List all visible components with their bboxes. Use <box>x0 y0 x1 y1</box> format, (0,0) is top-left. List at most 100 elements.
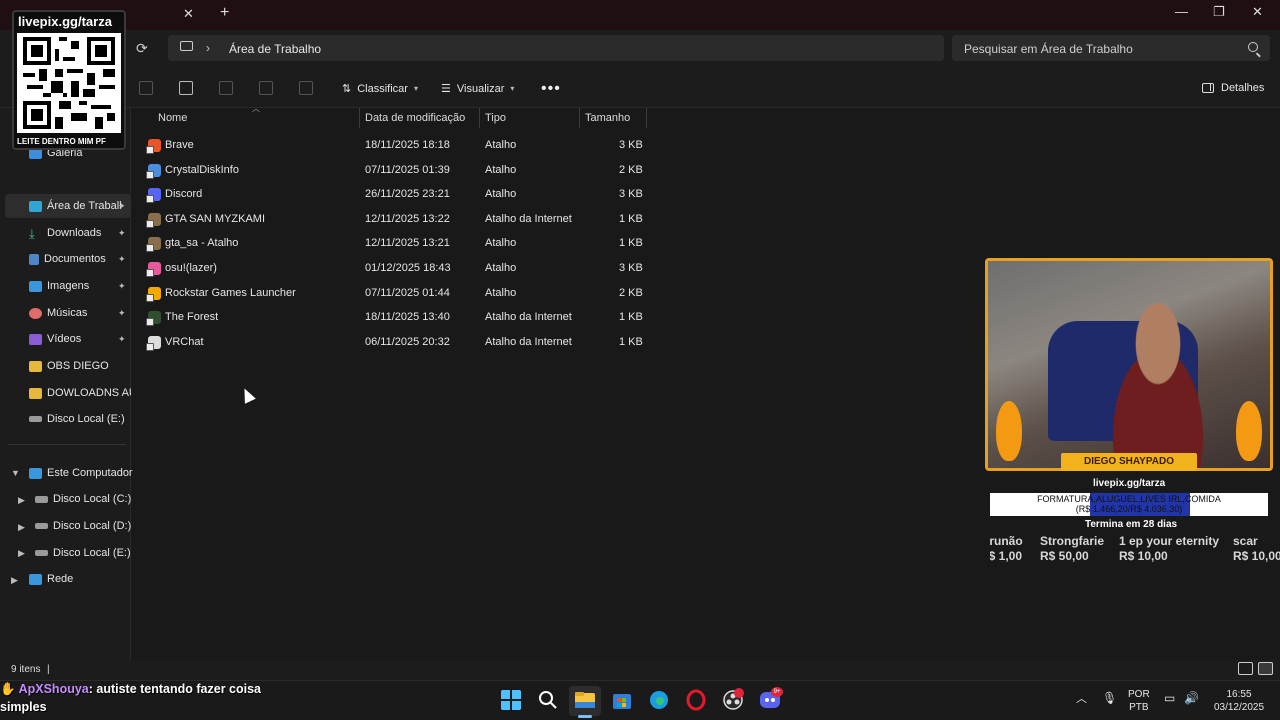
share-icon[interactable] <box>259 81 273 95</box>
pin-icon[interactable]: ✦ <box>118 254 126 265</box>
sidebar-item-label: DOWLOADNS AUT <box>47 387 131 399</box>
drive-icon <box>35 495 48 503</box>
sidebar-item-music[interactable]: Músicas <box>29 302 87 324</box>
network-icon[interactable]: ▭ <box>1164 692 1175 705</box>
close-tab-button[interactable]: ✕ <box>183 6 194 22</box>
file-row[interactable]: Rockstar Games Launcher 07/11/2025 01:44 A… <box>140 282 650 304</box>
mouse-cursor <box>239 385 256 404</box>
chevron-up-icon[interactable]: ︿ <box>1076 693 1087 706</box>
chevron-down-icon[interactable]: ▼ <box>11 468 20 478</box>
pin-icon[interactable]: ✦ <box>118 281 126 292</box>
file-row[interactable]: osu!(lazer) 01/12/2025 18:43 Atalho 3 KB <box>140 257 650 279</box>
tree-item-disk-d[interactable]: Disco Local (D:) <box>35 515 131 537</box>
chevron-right-icon[interactable]: ▶ <box>18 495 25 506</box>
close-window-button[interactable]: ✕ <box>1252 4 1263 20</box>
new-tab-button[interactable]: + <box>220 4 229 22</box>
donor-ticker: GrunãoR$ 1,00 StrongfarieR$ 50,00 1 ep y… <box>990 530 1280 566</box>
details-view-button[interactable] <box>1238 662 1253 675</box>
microphone-icon[interactable]: 🎙 <box>1102 692 1117 705</box>
details-button[interactable]: Detalhes <box>1202 82 1264 94</box>
sidebar-item-downloads[interactable]: ⤓ Downloads <box>29 222 101 244</box>
file-date: 18/11/2025 13:40 <box>365 311 450 324</box>
file-size: 2 KB <box>619 163 643 176</box>
column-header-name[interactable]: Nome <box>158 112 187 134</box>
maximize-button[interactable]: ❐ <box>1213 4 1225 20</box>
file-size: 3 KB <box>619 139 643 151</box>
sidebar-item-obs-diego[interactable]: OBS DIEGO <box>29 355 109 377</box>
column-header-size[interactable]: Tamanho <box>585 112 630 134</box>
tiles-view-button[interactable] <box>1258 662 1273 675</box>
volume-icon[interactable]: 🔊 <box>1184 692 1199 705</box>
notification-dot <box>734 688 744 698</box>
donation-goal-title: FORMATURA,ALUGUEL,LIVES IRL,COMIDA <box>1037 494 1221 504</box>
start-icon[interactable] <box>500 689 522 711</box>
tree-item-disk-e[interactable]: Disco Local (E:) <box>35 542 131 564</box>
webcam-overlay <box>985 258 1273 471</box>
sidebar-item-pictures[interactable]: Imagens <box>29 275 89 297</box>
donation-goal-url: livepix.gg/tarza <box>1093 478 1166 489</box>
pin-icon[interactable]: ✦ <box>118 308 126 319</box>
file-row[interactable]: CrystalDiskInfo 07/11/2025 01:39 Atalho 2 K… <box>140 159 650 181</box>
minimize-button[interactable]: — <box>1175 4 1188 19</box>
edge-icon[interactable] <box>648 689 670 711</box>
file-row[interactable]: The Forest 18/11/2025 13:40 Atalho da Inte… <box>140 306 650 328</box>
column-divider[interactable] <box>359 108 360 128</box>
clock[interactable]: 16:55 03/12/2025 <box>1210 688 1268 714</box>
more-options-button[interactable]: ••• <box>541 80 561 98</box>
column-divider[interactable] <box>646 108 647 128</box>
chevron-right-icon[interactable]: ▶ <box>18 522 25 533</box>
download-icon: ⤓ <box>29 225 35 241</box>
drive-icon <box>35 523 48 529</box>
chevron-right-icon[interactable]: ▶ <box>11 575 18 586</box>
search-icon[interactable] <box>537 689 559 711</box>
file-row[interactable]: Brave 18/11/2025 18:18 Atalho 3 KB <box>140 134 650 156</box>
sidebar-item-videos[interactable]: Vídeos <box>29 328 81 350</box>
opera-icon[interactable] <box>685 689 707 711</box>
file-type: Atalho <box>485 188 517 201</box>
column-divider[interactable] <box>479 108 480 128</box>
rename-icon[interactable] <box>219 81 233 95</box>
sidebar-item-desktop[interactable]: Área de Trabalho <box>29 195 121 217</box>
cut-icon[interactable] <box>139 81 153 95</box>
computer-icon <box>29 467 42 479</box>
search-placeholder: Pesquisar em Área de Trabalho <box>964 42 1133 56</box>
file-name: gta_sa - Atalho <box>165 237 239 250</box>
sidebar-item-disk-e[interactable]: Disco Local (E:) <box>29 408 125 430</box>
tree-item-network[interactable]: Rede <box>29 568 73 590</box>
shortcut-icon <box>146 335 161 351</box>
file-row[interactable]: gta_sa - Atalho 12/11/2025 13:21 Atalho 1 K… <box>140 232 650 254</box>
file-name: GTA SAN MYZKAMI <box>165 212 266 225</box>
tree-item-disk-c[interactable]: Disco Local (C:) <box>35 488 131 510</box>
chevron-right-icon[interactable]: ▶ <box>18 548 25 559</box>
paste-icon[interactable] <box>179 81 193 95</box>
column-header-date[interactable]: Data de modificação <box>365 112 465 134</box>
language-indicator[interactable]: POR PTB <box>1128 688 1150 714</box>
file-explorer-icon[interactable] <box>574 689 596 711</box>
sidebar-item-documents[interactable]: Documentos <box>29 248 106 270</box>
folder-icon <box>29 387 42 399</box>
delete-icon[interactable] <box>299 81 313 95</box>
pin-icon[interactable]: ✦ <box>118 228 126 239</box>
shortcut-icon <box>146 212 161 228</box>
pin-icon[interactable]: ✦ <box>118 334 126 345</box>
file-row[interactable]: VRChat 06/11/2025 20:32 Atalho da Internet… <box>140 331 650 353</box>
file-size: 2 KB <box>619 286 643 299</box>
microsoft-store-icon[interactable] <box>611 689 633 711</box>
tree-item-this-pc[interactable]: Este Computador <box>29 462 133 484</box>
file-row[interactable]: GTA SAN MYZKAMI 12/11/2025 13:22 Atalho da… <box>140 208 650 230</box>
breadcrumb-desktop[interactable]: Área de Trabalho <box>229 42 321 56</box>
file-row[interactable]: Discord 26/11/2025 23:21 Atalho 3 KB <box>140 183 650 205</box>
search-icon[interactable] <box>1248 42 1258 52</box>
column-divider[interactable] <box>579 108 580 128</box>
pin-icon[interactable]: ✦ <box>118 201 126 212</box>
donation-goal-text: FORMATURA,ALUGUEL,LIVES IRL,COMIDA (R$ 1… <box>990 494 1268 514</box>
column-header-type[interactable]: Tipo <box>485 112 506 134</box>
chevron-right-icon[interactable]: › <box>206 41 210 55</box>
sort-button[interactable]: ⇅ Classificar ▾ <box>342 82 418 96</box>
sidebar-item-downloads-auto[interactable]: DOWLOADNS AUT <box>29 382 131 404</box>
computer-icon <box>180 41 193 51</box>
drive-icon <box>35 550 48 556</box>
flame-decoration <box>996 401 1022 461</box>
refresh-icon[interactable]: ⟳ <box>136 40 148 57</box>
view-button[interactable]: ☰ Visualizar ▾ <box>441 82 514 96</box>
